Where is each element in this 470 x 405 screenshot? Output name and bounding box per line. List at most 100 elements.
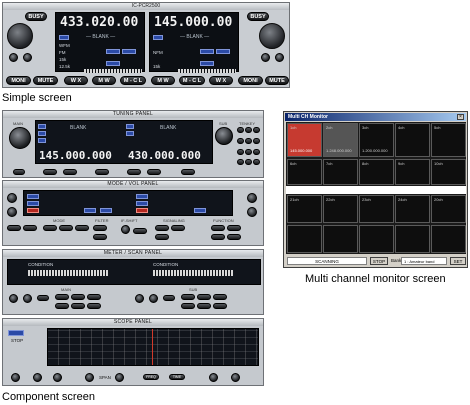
channel-cell-9[interactable]: 9ch <box>395 159 430 185</box>
scan-prog-left[interactable] <box>55 294 69 300</box>
scan-mem-right[interactable] <box>213 294 227 300</box>
tenkey-4[interactable] <box>237 137 244 144</box>
scope-gain-knob[interactable] <box>209 373 218 382</box>
moni-button-right[interactable]: MONI <box>238 76 263 85</box>
scan-set-left[interactable] <box>37 295 49 301</box>
tenkey-5[interactable] <box>245 137 252 144</box>
channel-cell-7[interactable]: 7ch <box>323 159 358 185</box>
channel-cell-3[interactable]: 3ch 1.200.000.000 <box>359 123 394 157</box>
scan-btn-left-4[interactable] <box>55 303 69 309</box>
wx-button-left[interactable]: W X <box>64 76 88 85</box>
af-knob-right[interactable] <box>261 53 270 62</box>
tenkey-enter[interactable] <box>253 159 260 166</box>
sql-knob-left[interactable] <box>23 53 32 62</box>
channel-cell-r4-4[interactable] <box>395 225 430 253</box>
tenkey-6[interactable] <box>253 137 260 144</box>
channel-cell-r4-5[interactable] <box>431 225 466 253</box>
function-btn-1[interactable] <box>211 225 225 231</box>
mode-btn-1[interactable] <box>7 225 21 231</box>
mode-btn-2[interactable] <box>23 225 37 231</box>
tenkey-9[interactable] <box>253 148 260 155</box>
close-icon[interactable]: × <box>457 114 464 120</box>
channel-cell-1[interactable]: 1ch 145.000.000 <box>287 123 322 157</box>
function-btn-2[interactable] <box>227 225 241 231</box>
moni-button-left[interactable]: MONI <box>6 76 31 85</box>
tuning-mw-button-1[interactable] <box>95 169 109 175</box>
tuning-mw-button-2[interactable] <box>181 169 195 175</box>
scan-knob-right-1[interactable] <box>135 294 144 303</box>
mode-right-knob-2[interactable] <box>247 207 257 217</box>
mw-button-left[interactable]: M W <box>92 76 116 85</box>
signal-btn-1[interactable] <box>155 225 169 231</box>
scan-auto-left[interactable] <box>71 294 85 300</box>
mute-button-right[interactable]: MUTE <box>265 76 289 85</box>
tenkey-7[interactable] <box>237 148 244 155</box>
tuning-knob-right[interactable] <box>259 23 285 49</box>
sub-dial[interactable] <box>215 127 233 145</box>
filter-btn-1[interactable] <box>93 225 107 231</box>
span-plus-button[interactable] <box>115 373 124 382</box>
channel-cell-22[interactable]: 22ch <box>323 195 358 223</box>
center-button[interactable] <box>133 228 147 234</box>
tenkey-dot[interactable] <box>245 159 252 166</box>
bank-select[interactable]: 1 : Amateur band <box>401 257 447 265</box>
scan-set-right[interactable] <box>163 295 175 301</box>
stop-button[interactable]: STOP <box>370 257 388 265</box>
sql-knob-right[interactable] <box>275 53 284 62</box>
scope-hold-button[interactable] <box>53 373 62 382</box>
scan-knob-left-2[interactable] <box>23 294 32 303</box>
scan-mem-left[interactable] <box>87 294 101 300</box>
mode-btn-3[interactable] <box>43 225 57 231</box>
channel-cell-r4-2[interactable] <box>323 225 358 253</box>
channel-cell-8[interactable]: 8ch <box>359 159 394 185</box>
channel-cell-21[interactable]: 21ch <box>287 195 322 223</box>
tenkey-1[interactable] <box>237 127 244 133</box>
af-knob-left[interactable] <box>9 53 18 62</box>
mode-right-knob-1[interactable] <box>247 193 257 203</box>
tenkey-3[interactable] <box>253 127 260 133</box>
channel-cell-20[interactable]: 20ch <box>431 195 466 223</box>
scan-prog-right[interactable] <box>181 294 195 300</box>
mode-left-knob-1[interactable] <box>7 193 17 203</box>
span-minus-button[interactable] <box>85 373 94 382</box>
signal-btn-2[interactable] <box>171 225 185 231</box>
channel-cell-2[interactable]: 2ch 1.248.000.000 <box>323 123 358 157</box>
set-button[interactable]: SET <box>450 257 466 265</box>
channel-cell-5[interactable]: 5ch <box>431 123 466 157</box>
scan-btn-left-6[interactable] <box>87 303 101 309</box>
channel-cell-r4-1[interactable] <box>287 225 322 253</box>
mute-button-left[interactable]: MUTE <box>33 76 58 85</box>
channel-cell-23[interactable]: 23ch <box>359 195 394 223</box>
channel-cell-24[interactable]: 24ch <box>395 195 430 223</box>
scan-btn-left-5[interactable] <box>71 303 85 309</box>
scope-stop-button[interactable] <box>11 373 20 382</box>
channel-cell-r4-3[interactable] <box>359 225 394 253</box>
wx-button-right[interactable]: W X <box>209 76 233 85</box>
function-btn-4[interactable] <box>227 234 241 240</box>
scope-time-button[interactable]: TIME <box>169 374 185 380</box>
tuning-ts-button[interactable] <box>13 169 25 175</box>
function-btn-3[interactable] <box>211 234 225 240</box>
main-dial[interactable] <box>9 127 31 149</box>
mode-left-knob-2[interactable] <box>7 207 17 217</box>
mw-button-right[interactable]: M W <box>151 76 175 85</box>
scope-level-knob[interactable] <box>231 373 240 382</box>
scan-btn-right-6[interactable] <box>213 303 227 309</box>
scan-btn-right-4[interactable] <box>181 303 195 309</box>
scan-btn-right-5[interactable] <box>197 303 211 309</box>
scan-auto-right[interactable] <box>197 294 211 300</box>
filter-btn-2[interactable] <box>93 234 107 240</box>
scan-knob-right-2[interactable] <box>149 294 158 303</box>
tenkey-8[interactable] <box>245 148 252 155</box>
tuning-memo-button-2[interactable] <box>63 169 77 175</box>
signal-btn-3[interactable] <box>155 234 169 240</box>
tuning-memo-button-1[interactable] <box>43 169 57 175</box>
tuning-knob-left[interactable] <box>7 23 33 49</box>
tenkey-2[interactable] <box>245 127 252 133</box>
mode-btn-4[interactable] <box>59 225 73 231</box>
mode-btn-5[interactable] <box>75 225 89 231</box>
scope-freq-button[interactable]: FREQ <box>143 374 159 380</box>
channel-cell-6[interactable]: 6ch <box>287 159 322 185</box>
mcl-button-right[interactable]: M - C L <box>179 76 205 85</box>
tuning-memo-button-3[interactable] <box>127 169 141 175</box>
